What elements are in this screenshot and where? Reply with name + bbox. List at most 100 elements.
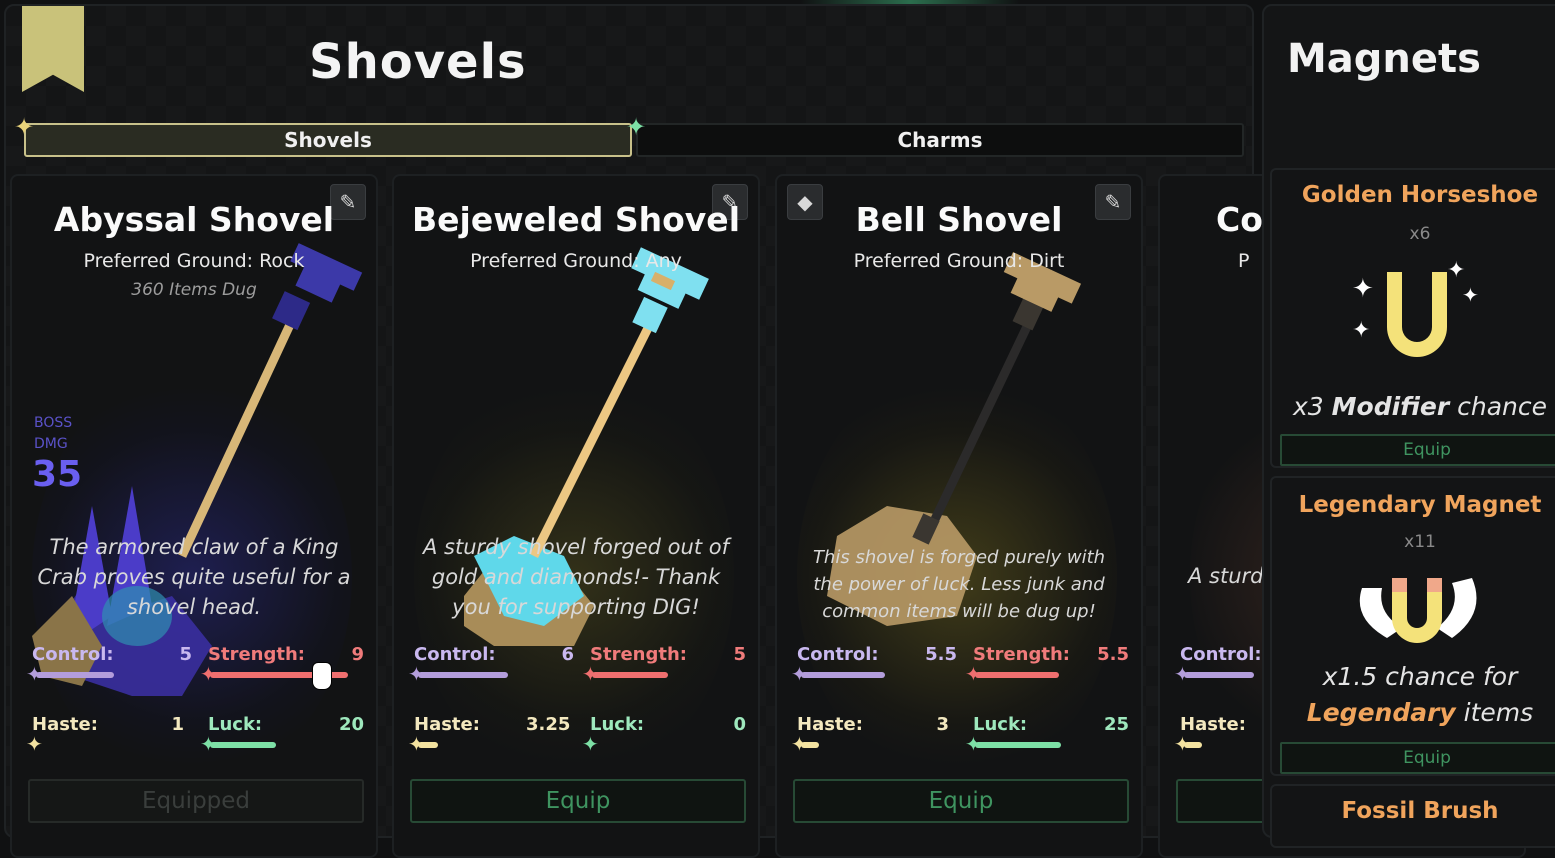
shovel-description: This shovel is forged purely with the po…	[812, 547, 1106, 622]
haste-star-icon: ✦	[26, 732, 43, 756]
luck-bar	[210, 742, 276, 748]
preferred-ground: Preferred Ground: Any	[470, 250, 682, 272]
control-bar	[36, 672, 114, 678]
luck-value: 20	[338, 714, 364, 735]
magnet-name: Legendary Magnet	[1298, 492, 1542, 518]
boss-dmg-label: BOSS DMG	[34, 413, 72, 455]
control-value: 5.5	[925, 644, 957, 665]
haste-star-icon: ✦	[1174, 732, 1191, 756]
shovel-description: A sturdy shovel forged out of gold and d…	[423, 535, 729, 619]
haste-star-icon: ✦	[791, 732, 808, 756]
haste-star-icon: ✦	[408, 732, 425, 756]
strength-value: 9	[351, 644, 364, 665]
svg-text:✦: ✦	[1352, 274, 1374, 304]
equipped-button[interactable]: Equipped	[28, 779, 364, 823]
winged-magnet-icon	[1359, 578, 1477, 643]
horseshoe-icon: ✦ ✦ ✦ ✦	[1352, 258, 1479, 357]
desc-text: items	[1455, 698, 1534, 727]
shovel-name: Co	[1216, 200, 1263, 239]
strength-star-icon: ✦	[200, 662, 217, 686]
shovel-name: Bell Shovel	[855, 200, 1063, 239]
bell-shovel-image	[827, 252, 1082, 626]
boss-label-2: DMG	[34, 436, 68, 452]
magnets-panel: Magnets Golden Horseshoe x6 ✦ ✦ ✦ ✦ x3 M…	[1262, 4, 1555, 848]
strength-star-icon: ✦	[582, 662, 599, 686]
control-bar	[1184, 672, 1254, 678]
strength-value: 5.5	[1097, 644, 1129, 665]
luck-star-icon: ✦	[965, 732, 982, 756]
control-star-icon: ✦	[791, 662, 808, 686]
bookmark-ribbon-icon	[22, 6, 84, 92]
tab-shovels[interactable]: Shovels	[24, 123, 632, 157]
magnet-name: Golden Horseshoe	[1301, 182, 1539, 208]
luck-star-icon: ✦	[200, 732, 217, 756]
boss-label-1: BOSS	[34, 415, 73, 431]
strength-label: Strength:	[973, 644, 1070, 665]
magnet-description: x3 Modifier chance	[1272, 392, 1555, 421]
magnet-description-line2: Legendary items	[1272, 698, 1555, 727]
desc-highlight: Modifier	[1331, 392, 1450, 421]
svg-text:✦: ✦	[1462, 283, 1479, 307]
magnet-count: x6	[1409, 224, 1431, 244]
strength-label: Strength:	[590, 644, 687, 665]
equip-button[interactable]: Equip	[1280, 742, 1555, 774]
luck-value: 0	[733, 714, 746, 735]
strength-value: 5	[733, 644, 746, 665]
magnet-card-fossil-brush[interactable]: Fossil Brush	[1270, 784, 1555, 848]
shovel-card-bell[interactable]: ◆ ✎ Bell Shovel Preferred Ground: Dirt T…	[775, 174, 1143, 858]
luck-bar	[975, 742, 1061, 748]
preferred-ground: Preferred Ground: Rock	[83, 250, 305, 272]
desc-highlight: Legendary	[1306, 698, 1456, 727]
boss-dmg-value: 35	[32, 454, 83, 495]
sparkle-icon: ✦	[626, 113, 647, 141]
abyssal-shovel-image	[32, 243, 363, 696]
control-star-icon: ✦	[1174, 662, 1191, 686]
haste-value: 3.25	[526, 714, 571, 735]
control-star-icon: ✦	[408, 662, 425, 686]
strength-bar	[592, 672, 668, 678]
shovel-card-bejeweled[interactable]: ✎ Bejeweled Shovel Preferred Ground: Any…	[392, 174, 760, 858]
control-value: 5	[179, 644, 192, 665]
shovel-card-abyssal[interactable]: ✎ Abyssal Shovel Preferred Ground: Rock …	[10, 174, 378, 858]
control-label: Control:	[414, 644, 496, 665]
shovel-name: Abyssal Shovel	[53, 200, 335, 239]
panel-title: Magnets	[1287, 36, 1481, 82]
haste-value: 1	[171, 714, 184, 735]
equip-button[interactable]: Equip	[793, 779, 1129, 823]
control-bar	[418, 672, 508, 678]
shovel-description: A sturd	[1188, 564, 1264, 588]
luck-value: 25	[1103, 714, 1129, 735]
control-value: 6	[561, 644, 574, 665]
equip-button[interactable]: Equip	[410, 779, 746, 823]
bejeweled-shovel-image	[464, 247, 709, 646]
preferred-ground: Preferred Ground: Dirt	[853, 250, 1065, 272]
magnet-card-legendary-magnet[interactable]: Legendary Magnet x11 x1.5 chance for Leg…	[1270, 476, 1555, 776]
magnet-card-golden-horseshoe[interactable]: Golden Horseshoe x6 ✦ ✦ ✦ ✦ x3 Modifier …	[1270, 168, 1555, 468]
control-star-icon: ✦	[26, 662, 43, 686]
panel-title: Shovels	[309, 34, 527, 90]
sparkle-icon: ✦	[14, 113, 35, 141]
magnet-count: x11	[1404, 532, 1436, 552]
items-dug: 360 Items Dug	[131, 280, 257, 300]
control-bar	[801, 672, 885, 678]
strength-bar	[975, 672, 1059, 678]
svg-text:✦: ✦	[1447, 258, 1465, 283]
control-label: Control:	[32, 644, 114, 665]
svg-text:✦: ✦	[1352, 318, 1370, 343]
luck-star-icon: ✦	[582, 732, 599, 756]
tab-bar: Shovels Charms ✦ ✦	[14, 115, 1244, 157]
strength-label: Strength:	[208, 644, 305, 665]
tab-charms[interactable]: Charms	[636, 123, 1244, 157]
magnet-name: Fossil Brush	[1341, 798, 1499, 824]
magnet-description-line1: x1.5 chance for	[1322, 662, 1518, 691]
control-label: Control:	[797, 644, 879, 665]
control-label: Control:	[1180, 644, 1262, 665]
desc-text: chance	[1449, 392, 1547, 421]
shovels-panel: Shovels Shovels Charms ✦ ✦ ✎ Abyssal Sho…	[4, 4, 1526, 858]
desc-text: x3	[1293, 392, 1332, 421]
preferred-ground: P	[1238, 250, 1250, 272]
haste-value: 3	[936, 714, 949, 735]
shovel-description: The armored claw of a King Crab proves q…	[37, 535, 351, 619]
mouse-cursor-icon	[312, 662, 332, 690]
equip-button[interactable]: Equip	[1280, 434, 1555, 466]
